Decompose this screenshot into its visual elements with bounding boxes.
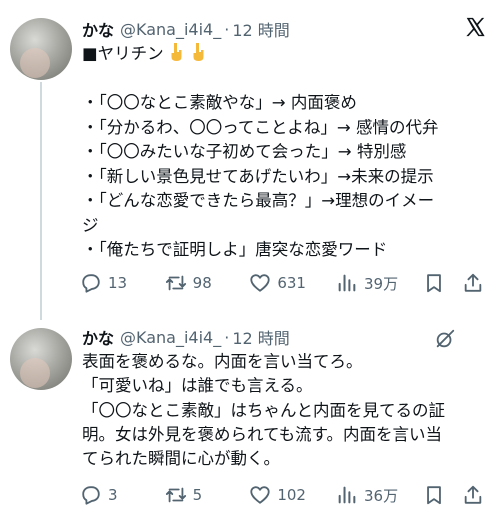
share-button[interactable] — [462, 484, 490, 506]
pointing-down-hand-icon — [171, 43, 182, 61]
like-count: 102 — [277, 486, 306, 504]
timestamp[interactable]: 12 時間 — [232, 325, 289, 349]
view-count: 36万 — [363, 486, 399, 505]
like-button[interactable]: 631 — [249, 272, 336, 294]
repost-icon — [165, 487, 186, 503]
tweet-body: ■ヤリチン ・「〇〇なとこ素敵やな」→ 内面褒め ・「分かるわ、〇〇ってことよね… — [82, 42, 488, 263]
separator-dot: · — [224, 19, 230, 39]
tweet-line: ■ヤリチン — [82, 42, 488, 67]
reply-icon — [82, 274, 100, 293]
tweet-line: ・「〇〇みたいな子初めて会った」→ 特別感 — [82, 142, 407, 161]
x-logo-icon[interactable] — [464, 16, 486, 38]
like-count: 631 — [277, 274, 306, 292]
author-name[interactable]: かな — [82, 325, 114, 349]
tweet-line: ・「分かるわ、〇〇ってことよね」→ 感情の代弁 — [82, 117, 439, 137]
tweet-line: 「可愛いね」は誰でも言える。 — [82, 376, 313, 396]
timestamp[interactable]: 12 時間 — [232, 17, 289, 41]
avatar[interactable] — [10, 18, 72, 80]
heart-icon — [250, 274, 270, 292]
reply-button[interactable]: 3 — [80, 484, 165, 506]
author-name[interactable]: かな — [82, 17, 114, 41]
grok-icon[interactable] — [434, 328, 456, 350]
tweet-body: 表面を褒めるな。内面を言い当てろ。 「可愛いね」は誰でも言える。 「〇〇なとこ素… — [82, 350, 488, 471]
repost-count: 5 — [192, 486, 203, 504]
tweet-line: ・「新しい景色見せてあげたいわ」→未来の提示 — [82, 166, 434, 186]
tweet-line: 表面を褒めるな。内面を言い当てろ。 — [82, 352, 363, 371]
views-chart-icon — [338, 486, 356, 504]
tweet-line: ・「どんな恋愛できたら最高？」→理想のイメー — [82, 191, 435, 210]
tweet[interactable]: かな @Kana_i4i4_ · 12 時間 ■ヤリチン ・「〇〇なとこ素敵やな… — [0, 0, 500, 320]
avatar[interactable] — [10, 328, 72, 390]
tweet-header: かな @Kana_i4i4_ · 12 時間 — [82, 324, 490, 350]
bookmark-icon — [426, 274, 441, 293]
reply-count: 13 — [108, 274, 128, 292]
views-button[interactable]: 39万 — [336, 272, 423, 294]
tweet-line: てられた瞬間に心が動く。 — [82, 449, 280, 469]
separator-dot: · — [224, 327, 230, 347]
bookmark-icon — [426, 486, 441, 505]
tweet-header: かな @Kana_i4i4_ · 12 時間 — [82, 16, 490, 42]
views-button[interactable]: 36万 — [336, 484, 423, 506]
tweet[interactable]: かな @Kana_i4i4_ · 12 時間 表面を褒めるな。内面を言い当てろ。… — [0, 320, 500, 531]
views-chart-icon — [338, 274, 356, 292]
view-count: 39万 — [363, 274, 399, 293]
like-button[interactable]: 102 — [249, 484, 336, 506]
repost-icon — [165, 275, 186, 291]
repost-button[interactable]: 98 — [165, 272, 250, 294]
reply-icon — [82, 486, 100, 505]
tweet-line: 明。女は外見を褒められても流す。内面を言い当 — [82, 424, 443, 444]
bookmark-button[interactable] — [423, 484, 462, 506]
repost-count: 98 — [192, 274, 212, 292]
reply-count: 3 — [108, 486, 118, 504]
reply-button[interactable]: 13 — [80, 272, 165, 294]
share-icon — [464, 273, 482, 292]
bookmark-button[interactable] — [423, 272, 462, 294]
tweet-line: ・「〇〇なとこ素敵やな」→ 内面褒め — [82, 93, 357, 112]
heart-icon — [250, 486, 270, 504]
tweet-line: 「〇〇なとこ素敵」はちゃんと内面を見てるの証 — [82, 400, 445, 420]
tweet-line: ジ — [82, 215, 99, 235]
share-button[interactable] — [462, 272, 490, 294]
tweet-line — [82, 67, 488, 92]
thread-line — [40, 82, 42, 320]
tweet-line: ・「俺たちで証明しよ」唐突な恋愛ワード — [82, 240, 388, 259]
repost-button[interactable]: 5 — [165, 484, 250, 506]
author-handle[interactable]: @Kana_i4i4_ — [120, 20, 221, 39]
action-bar: 3 5 102 36万 — [80, 484, 490, 506]
pointing-down-hand-icon — [193, 43, 204, 61]
action-bar: 13 98 631 39万 — [80, 272, 490, 294]
author-handle[interactable]: @Kana_i4i4_ — [120, 328, 221, 347]
share-icon — [464, 485, 482, 504]
